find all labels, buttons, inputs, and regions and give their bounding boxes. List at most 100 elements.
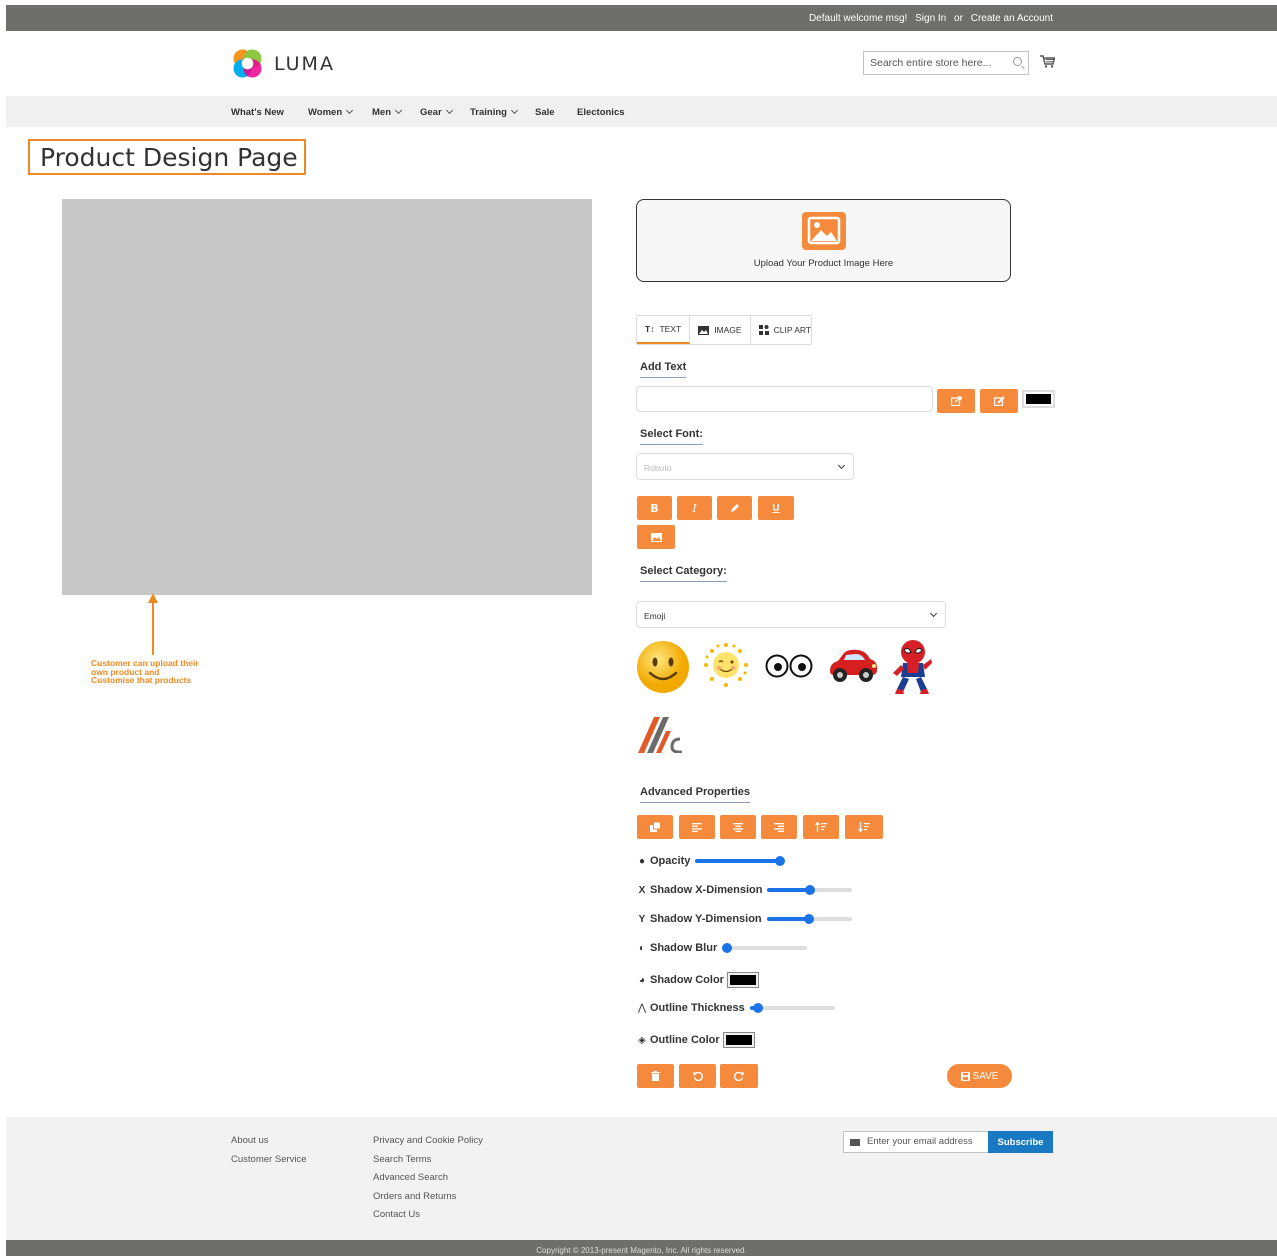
image-style-button[interactable] xyxy=(637,525,675,549)
align-left-button[interactable] xyxy=(679,815,715,839)
googly-eyes-icon[interactable] xyxy=(764,653,814,679)
add-text-input[interactable] xyxy=(636,386,933,412)
add-text-button[interactable] xyxy=(937,389,975,413)
category-select[interactable]: Emoji xyxy=(636,601,946,628)
footer-link-orders-returns[interactable]: Orders and Returns xyxy=(373,1188,483,1207)
nav-training-label: Training xyxy=(470,107,507,118)
footer-link-customer-service[interactable]: Customer Service xyxy=(231,1151,307,1170)
nav-men-label: Men xyxy=(372,107,391,118)
nav-women[interactable]: Women xyxy=(308,106,354,118)
chevron-down-icon xyxy=(346,106,354,115)
x-axis-icon: X xyxy=(638,884,646,896)
duplicate-button[interactable] xyxy=(637,815,673,839)
align-right-button[interactable] xyxy=(761,815,797,839)
smiley-face-icon[interactable] xyxy=(636,640,690,694)
subscribe-button[interactable]: Subscribe xyxy=(988,1131,1053,1153)
annotation-arrow-icon xyxy=(148,593,158,655)
nav-electonics[interactable]: Electonics xyxy=(577,107,625,118)
red-cartoon-car-icon[interactable] xyxy=(826,645,880,687)
align-left-icon xyxy=(692,822,702,832)
tab-text[interactable]: T↕ TEXT xyxy=(637,316,691,344)
footer-link-search-terms[interactable]: Search Terms xyxy=(373,1151,483,1170)
align-center-button[interactable] xyxy=(720,815,756,839)
nav-women-label: Women xyxy=(308,107,343,118)
bring-forward-button[interactable] xyxy=(803,815,839,839)
image-icon xyxy=(698,325,710,335)
opacity-label: Opacity xyxy=(650,855,691,867)
redo-button[interactable] xyxy=(720,1064,758,1088)
slider-thumb[interactable] xyxy=(775,856,786,866)
shadow-color-swatch[interactable] xyxy=(726,972,759,988)
edit-text-button[interactable] xyxy=(980,389,1018,413)
slider-thumb[interactable] xyxy=(753,1003,764,1013)
pen-button[interactable] xyxy=(717,496,752,520)
trash-icon xyxy=(651,1071,660,1081)
droplet-icon: ● xyxy=(638,855,646,867)
footer-links-col-1: About us Customer Service xyxy=(231,1132,307,1169)
underline-button[interactable]: U xyxy=(758,496,794,520)
upload-product-image-area[interactable]: Upload Your Product Image Here xyxy=(636,199,1011,282)
copyright-text: Copyright © 2013-present Magento, Inc. A… xyxy=(536,1246,747,1255)
nav-training[interactable]: Training xyxy=(470,106,518,118)
chevron-down-icon xyxy=(445,106,453,115)
italic-button[interactable]: I xyxy=(677,496,712,520)
slider-thumb[interactable] xyxy=(804,914,815,924)
shadow-blur-slider[interactable] xyxy=(722,942,808,954)
delete-button[interactable] xyxy=(637,1064,674,1088)
product-design-canvas[interactable] xyxy=(62,199,592,595)
text-color-swatch[interactable] xyxy=(1022,390,1055,408)
shadow-color-label: Shadow Color xyxy=(650,974,724,986)
luma-logo[interactable]: LUMA xyxy=(231,47,335,80)
edit-icon xyxy=(993,396,1005,406)
newsletter-email-input[interactable]: Enter your email address xyxy=(843,1131,989,1153)
shadow-y-slider[interactable] xyxy=(766,913,852,925)
redo-icon xyxy=(734,1071,744,1081)
page-frame: Default welcome msg! Sign In or Create a… xyxy=(6,5,1277,1256)
annotation-note: Customer can upload their own product an… xyxy=(91,659,199,685)
slider-thumb[interactable] xyxy=(804,885,815,895)
slider-thumb[interactable] xyxy=(722,943,733,953)
nav-whats-new[interactable]: What's New xyxy=(231,107,284,118)
shadow-x-slider[interactable] xyxy=(767,884,853,896)
text-icon: T↕ xyxy=(645,324,655,334)
outline-color-swatch[interactable] xyxy=(722,1032,755,1048)
slider-fill xyxy=(767,888,810,892)
tab-clip-art[interactable]: CLIP ART xyxy=(751,316,819,344)
chevron-down-icon xyxy=(394,106,403,115)
tab-image[interactable]: IMAGE xyxy=(690,316,751,344)
top-bar: Default welcome msg! Sign In or Create a… xyxy=(6,5,1277,31)
shadow-blur-label: Shadow Blur xyxy=(650,942,718,954)
contrast-icon: ◐ xyxy=(638,942,646,954)
spider-man-icon[interactable] xyxy=(891,639,933,695)
outline-thickness-slider[interactable] xyxy=(749,1002,835,1014)
font-select[interactable]: Roboto xyxy=(636,453,854,480)
nav-gear[interactable]: Gear xyxy=(420,106,453,118)
footer-link-privacy[interactable]: Privacy and Cookie Policy xyxy=(373,1132,483,1151)
footer-link-advanced-search[interactable]: Advanced Search xyxy=(373,1169,483,1188)
shadow-blur-row: ◐ Shadow Blur xyxy=(636,942,808,954)
nav-men[interactable]: Men xyxy=(372,106,403,118)
copyright-bar: Copyright © 2013-present Magento, Inc. A… xyxy=(6,1240,1277,1256)
slider-fill xyxy=(695,859,781,863)
logo-mark-icon[interactable] xyxy=(638,717,688,753)
nav-sale[interactable]: Sale xyxy=(535,107,555,118)
nav-gear-label: Gear xyxy=(420,107,442,118)
undo-button[interactable] xyxy=(679,1064,716,1088)
cart-icon[interactable] xyxy=(1039,53,1055,69)
save-button[interactable]: SAVE xyxy=(947,1064,1012,1088)
upload-image-icon xyxy=(802,212,846,250)
search-input[interactable]: Search entire store here... xyxy=(863,51,1029,75)
footer-link-contact-us[interactable]: Contact Us xyxy=(373,1206,483,1225)
send-backward-button[interactable] xyxy=(845,815,883,839)
create-account-link[interactable]: Create an Account xyxy=(971,13,1053,24)
or-text: or xyxy=(954,13,963,24)
footer-link-about-us[interactable]: About us xyxy=(231,1132,307,1151)
sign-in-link[interactable]: Sign In xyxy=(915,13,946,24)
winking-sun-icon[interactable] xyxy=(702,641,750,689)
copy-icon xyxy=(649,822,661,832)
opacity-slider[interactable] xyxy=(695,855,786,867)
shadow-x-label: Shadow X-Dimension xyxy=(650,884,763,896)
search-icon[interactable] xyxy=(1013,57,1022,66)
design-tabs: T↕ TEXT IMAGE CLIP ART xyxy=(636,315,812,345)
bold-button[interactable]: B xyxy=(637,496,672,520)
